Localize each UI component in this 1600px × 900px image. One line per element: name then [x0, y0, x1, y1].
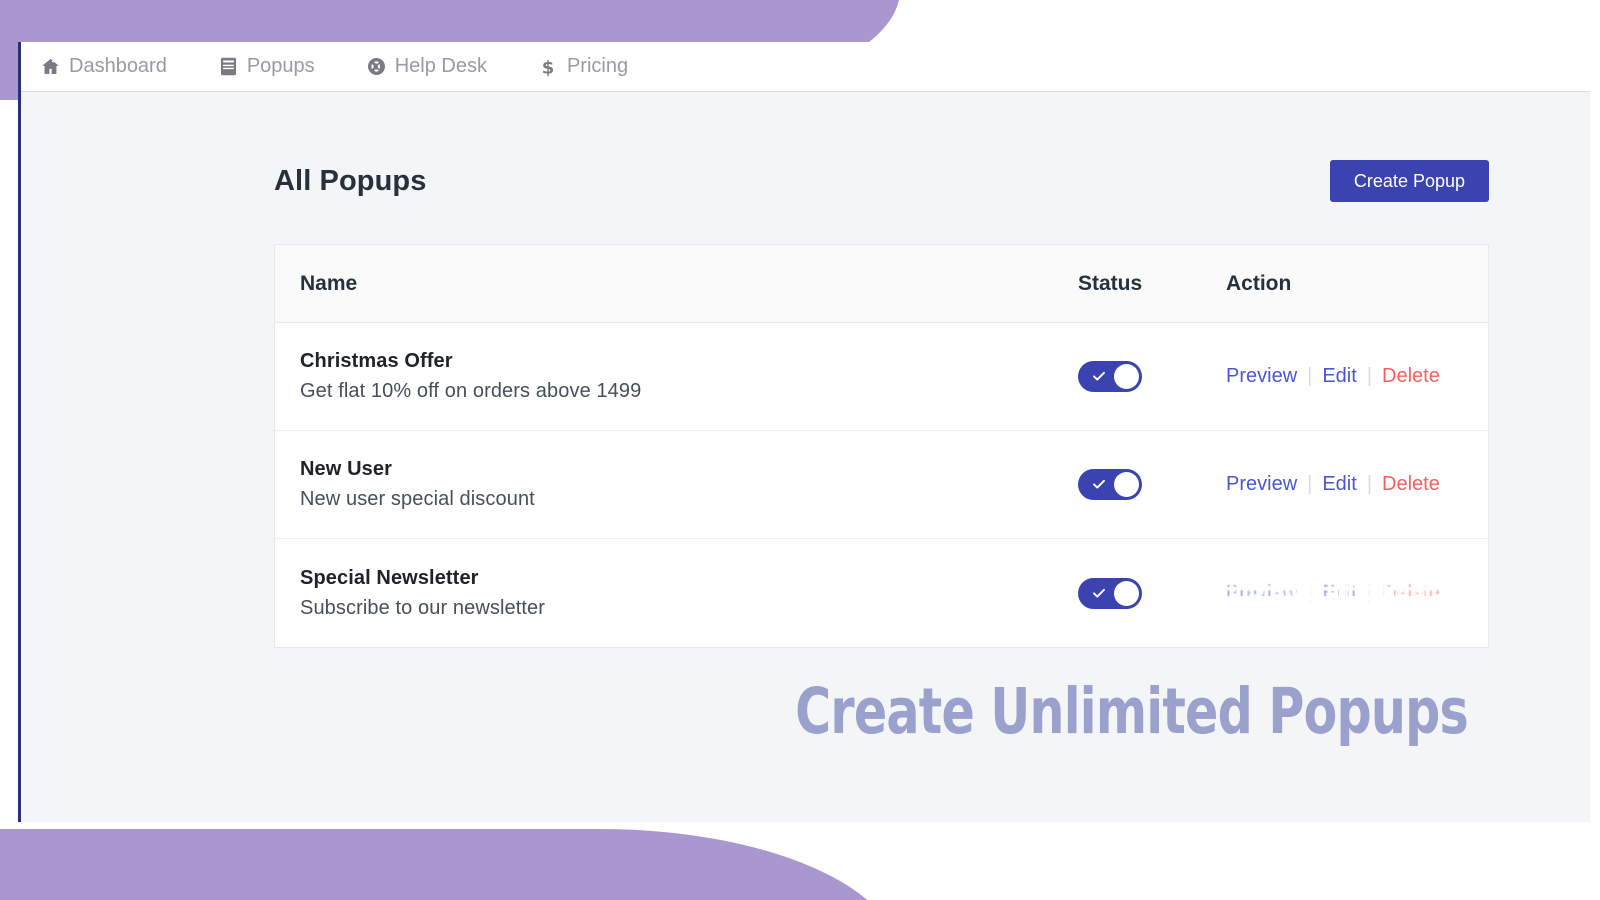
table-row: Christmas Offer Get flat 10% off on orde…	[275, 323, 1488, 431]
edit-link[interactable]: Edit	[1322, 365, 1356, 388]
action-separator: |	[1357, 473, 1382, 496]
nav-label-dashboard: Dashboard	[69, 55, 167, 78]
nav-item-pricing[interactable]: $ Pricing	[539, 55, 628, 78]
nav-label-help-desk: Help Desk	[395, 55, 487, 78]
row-name-cell: New User New user special discount	[275, 458, 1078, 511]
delete-link[interactable]: Delete	[1382, 473, 1440, 496]
action-separator: |	[1357, 365, 1382, 388]
create-popup-button[interactable]: Create Popup	[1330, 160, 1489, 202]
watermark-text: Create Unlimited Popups	[339, 680, 1468, 743]
nav-item-help-desk[interactable]: Help Desk	[367, 55, 487, 78]
popup-title: Christmas Offer	[300, 350, 1078, 373]
screen-root: Dashboard Popups	[0, 0, 1600, 900]
row-action-cell: Preview | Edit | Delete	[1226, 365, 1488, 388]
nav-item-popups[interactable]: Popups	[219, 55, 315, 78]
delete-link[interactable]: Delete	[1382, 365, 1440, 388]
toggle-knob	[1114, 472, 1139, 497]
popup-description: Get flat 10% off on orders above 1499	[300, 380, 1078, 403]
book-icon	[219, 57, 238, 76]
popup-description: Subscribe to our newsletter	[300, 597, 1078, 620]
page-header: All Popups Create Popup	[274, 155, 1489, 207]
check-icon	[1091, 585, 1107, 601]
page-title: All Popups	[274, 165, 426, 198]
row-status-cell	[1078, 361, 1226, 392]
action-separator: |	[1297, 365, 1322, 388]
toggle-knob	[1114, 364, 1139, 389]
status-toggle[interactable]	[1078, 361, 1142, 392]
page-content: All Popups Create Popup Name Status Acti…	[21, 92, 1590, 822]
popup-title: Special Newsletter	[300, 567, 1078, 590]
check-icon	[1091, 368, 1107, 384]
svg-text:$: $	[542, 57, 555, 77]
table-header-row: Name Status Action	[275, 245, 1488, 323]
edit-link[interactable]: Edit	[1322, 473, 1356, 496]
preview-link[interactable]: Preview	[1226, 473, 1297, 496]
popups-table: Name Status Action Christmas Offer Get f…	[274, 244, 1489, 648]
action-links: Preview | Edit | Delete	[1226, 582, 1488, 605]
row-status-cell	[1078, 578, 1226, 609]
action-separator: |	[1357, 582, 1382, 605]
status-toggle[interactable]	[1078, 578, 1142, 609]
nav-label-pricing: Pricing	[567, 55, 628, 78]
delete-link[interactable]: Delete	[1382, 582, 1440, 605]
table-row: Special Newsletter Subscribe to our news…	[275, 539, 1488, 647]
column-header-name: Name	[275, 272, 1078, 296]
preview-link[interactable]: Preview	[1226, 365, 1297, 388]
row-action-cell: Preview | Edit | Delete	[1226, 582, 1488, 605]
table-row: New User New user special discount	[275, 431, 1488, 539]
decorative-purple-shape-bottom	[0, 829, 900, 900]
action-links: Preview | Edit | Delete	[1226, 473, 1488, 496]
nav-label-popups: Popups	[247, 55, 315, 78]
popup-title: New User	[300, 458, 1078, 481]
status-toggle[interactable]	[1078, 469, 1142, 500]
row-name-cell: Special Newsletter Subscribe to our news…	[275, 567, 1078, 620]
action-links: Preview | Edit | Delete	[1226, 365, 1488, 388]
life-ring-icon	[367, 57, 386, 76]
row-name-cell: Christmas Offer Get flat 10% off on orde…	[275, 350, 1078, 403]
app-window: Dashboard Popups	[18, 42, 1590, 822]
home-icon	[41, 57, 60, 76]
column-header-status: Status	[1078, 272, 1226, 296]
action-separator: |	[1297, 473, 1322, 496]
popup-description: New user special discount	[300, 488, 1078, 511]
preview-link[interactable]: Preview	[1226, 582, 1297, 605]
nav-item-dashboard[interactable]: Dashboard	[41, 55, 167, 78]
action-separator: |	[1297, 582, 1322, 605]
top-navbar: Dashboard Popups	[21, 42, 1590, 92]
edit-link[interactable]: Edit	[1322, 582, 1356, 605]
check-icon	[1091, 476, 1107, 492]
row-action-cell: Preview | Edit | Delete	[1226, 473, 1488, 496]
toggle-knob	[1114, 581, 1139, 606]
dollar-icon: $	[539, 57, 558, 76]
row-status-cell	[1078, 469, 1226, 500]
column-header-action: Action	[1226, 272, 1488, 296]
